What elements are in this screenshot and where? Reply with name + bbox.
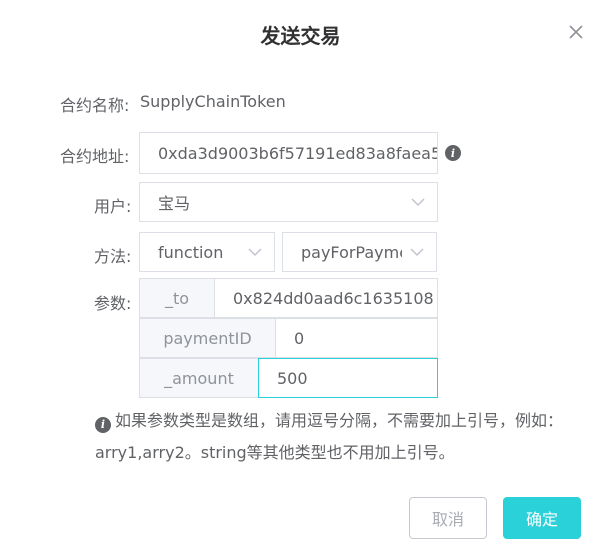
info-icon[interactable]: i xyxy=(445,145,461,161)
chevron-down-icon xyxy=(411,198,425,207)
param-value-payment-id: 0 xyxy=(294,328,305,348)
param-name-payment-id: paymentID xyxy=(139,318,276,358)
user-label: 用户: xyxy=(94,197,132,216)
info-icon: i xyxy=(95,417,111,433)
param-name-to: _to xyxy=(139,278,215,318)
param-value-amount: 500 xyxy=(277,368,308,388)
contract-name-label: 合约名称: xyxy=(60,96,130,115)
method-name-value: payForPayment xyxy=(301,242,402,262)
param-value-to: 0x824dd0aad6c1635108 xyxy=(233,288,434,308)
confirm-button[interactable]: 确定 xyxy=(503,497,581,539)
method-name-select[interactable]: payForPayment xyxy=(282,232,437,272)
user-select-value: 宝马 xyxy=(158,194,191,213)
method-type-value: function xyxy=(158,242,224,262)
chevron-down-icon xyxy=(410,248,424,257)
params-label: 参数: xyxy=(94,294,132,313)
contract-name-value: SupplyChainToken xyxy=(140,92,286,111)
cancel-button[interactable]: 取消 xyxy=(409,497,487,539)
contract-address-label: 合约地址: xyxy=(60,147,130,166)
contract-address-input[interactable]: 0xda3d9003b6f57191ed83a8faea5 xyxy=(139,132,438,174)
contract-address-value: 0xda3d9003b6f57191ed83a8faea5 xyxy=(158,143,437,163)
method-type-select[interactable]: function xyxy=(139,232,275,272)
method-label: 方法: xyxy=(94,247,132,266)
dialog-title: 发送交易 xyxy=(260,24,341,48)
param-input-to[interactable]: 0x824dd0aad6c1635108 xyxy=(214,278,438,318)
param-input-payment-id[interactable]: 0 xyxy=(275,318,438,358)
user-select[interactable]: 宝马 xyxy=(139,182,438,222)
param-name-amount: _amount xyxy=(139,358,259,398)
chevron-down-icon xyxy=(248,248,262,257)
hint-note-text: 如果参数类型是数组，请用逗号分隔，不需要加上引号，例如：arry1,arry2。… xyxy=(95,411,564,462)
hint-note: i 如果参数类型是数组，请用逗号分隔，不需要加上引号，例如：arry1,arry2… xyxy=(95,405,585,469)
param-input-amount[interactable]: 500 xyxy=(258,358,438,398)
close-icon[interactable] xyxy=(566,22,586,42)
